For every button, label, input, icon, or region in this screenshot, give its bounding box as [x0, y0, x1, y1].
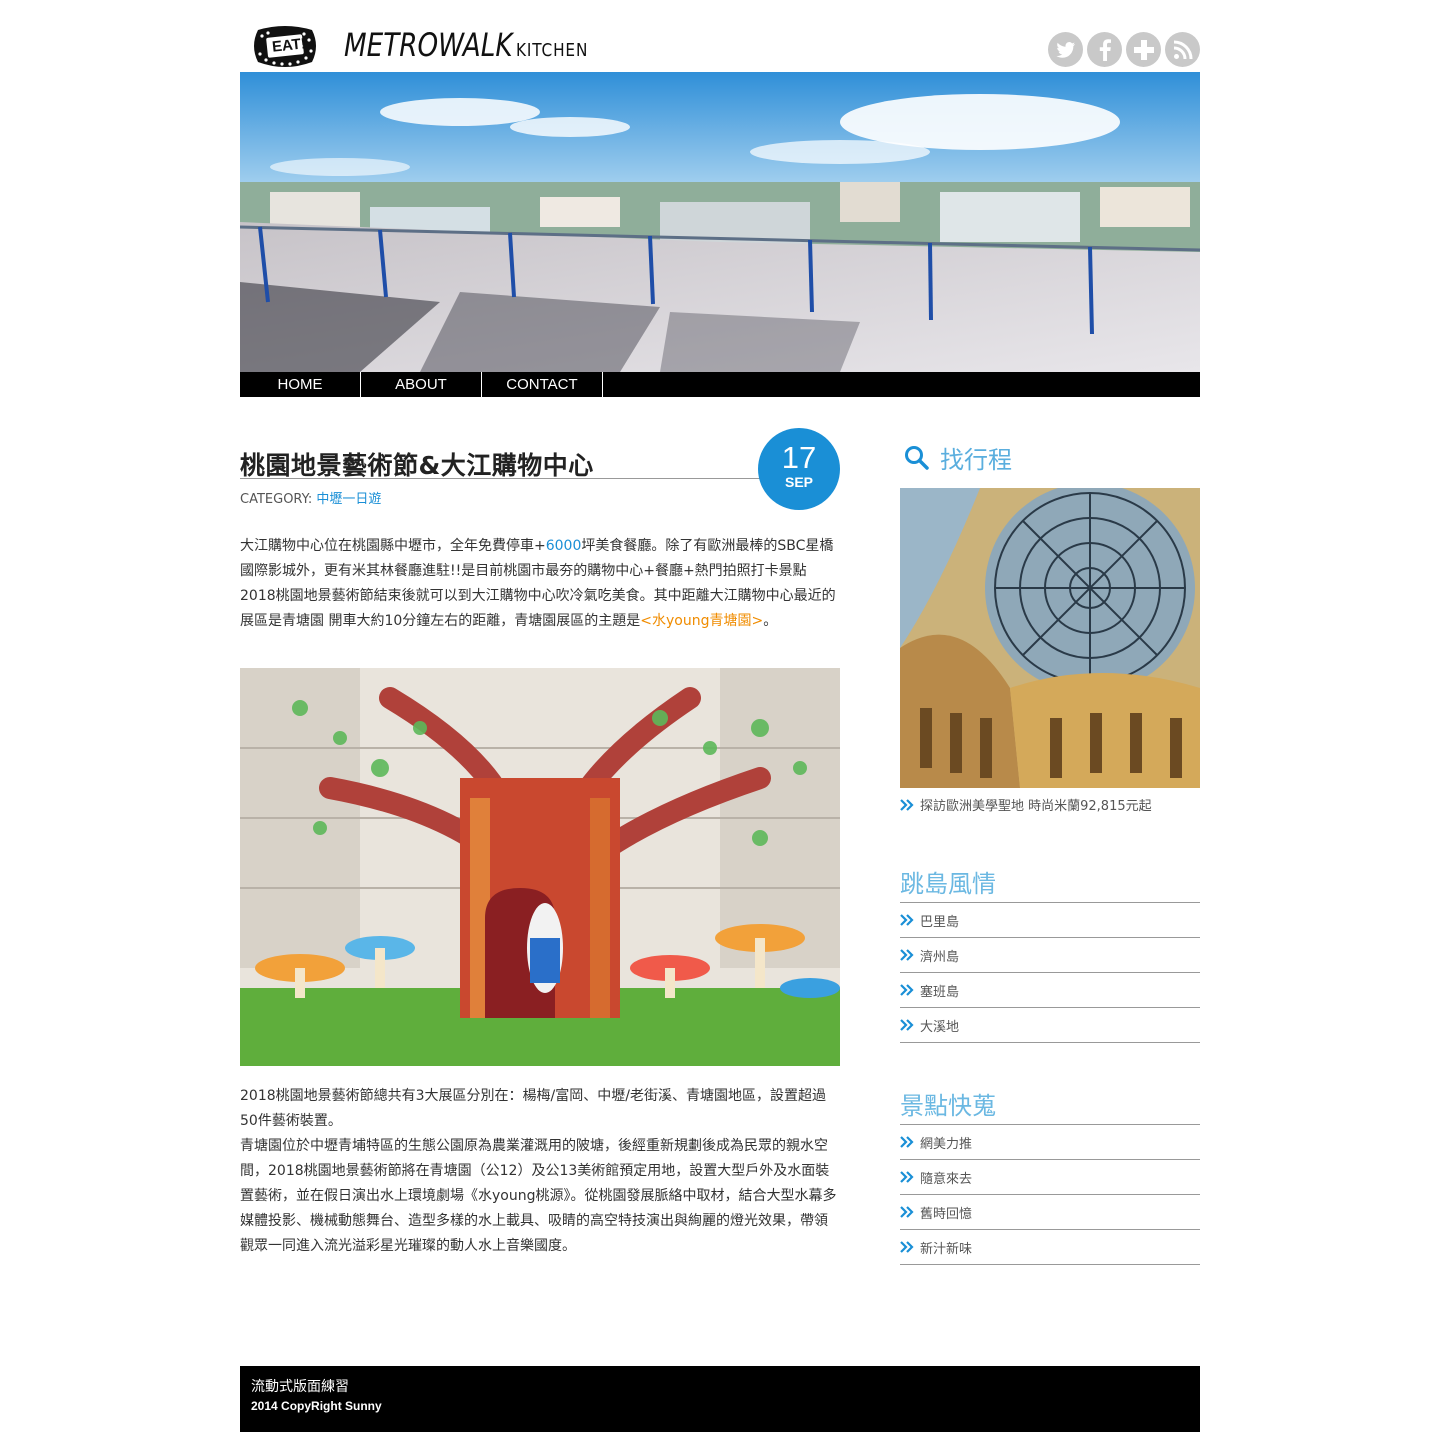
eat-logo[interactable]: EAT! — [252, 24, 318, 70]
list-item[interactable]: 網美力推 — [900, 1125, 1200, 1160]
list-item[interactable]: 新汁新味 — [900, 1230, 1200, 1265]
footer-title: 流動式版面練習 — [251, 1379, 349, 1395]
nav-item-contact[interactable]: CONTACT — [482, 372, 603, 397]
widget-list: 網美力推 隨意來去 舊時回憶 新汁新味 — [900, 1125, 1200, 1265]
list-item-label: 舊時回憶 — [920, 1206, 973, 1222]
eat-logo-text: EAT! — [271, 35, 307, 56]
search-icon — [905, 445, 929, 470]
double-chevron-right-icon — [900, 1206, 914, 1218]
promo-image-milan-galleria[interactable] — [900, 488, 1200, 788]
widget-island-hopping: 跳島風情 巴里島 濟州島 塞班島 大溪地 — [900, 868, 1200, 1043]
double-chevron-right-icon — [900, 949, 914, 961]
hero-banner-image — [240, 72, 1200, 372]
list-item[interactable]: 濟州島 — [900, 938, 1200, 973]
brand-sub-text: KITCHEN — [516, 40, 589, 61]
main-nav: HOME ABOUT CONTACT — [240, 372, 1200, 397]
category-label: CATEGORY: — [240, 492, 313, 507]
para1-end: 。 — [763, 613, 778, 629]
list-item-label: 濟州島 — [920, 949, 960, 965]
double-chevron-right-icon — [900, 1019, 914, 1031]
para1-number: 6000 — [545, 538, 582, 554]
list-item-label: 隨意來去 — [920, 1171, 973, 1187]
list-item[interactable]: 隨意來去 — [900, 1160, 1200, 1195]
double-chevron-right-icon — [900, 914, 914, 926]
rss-icon[interactable] — [1165, 32, 1200, 67]
site-header: EAT! METROWALK KITCHEN — [240, 22, 1200, 72]
post-category: CATEGORY: 中壢一日遊 — [240, 488, 381, 507]
list-item-label: 巴里島 — [920, 914, 960, 930]
promo-caption-text: 探訪歐洲美學聖地 時尚米蘭92,815元起 — [920, 799, 1152, 814]
widget-list: 巴里島 濟州島 塞班島 大溪地 — [900, 903, 1200, 1043]
double-chevron-right-icon — [900, 984, 914, 996]
para2-text-a: 2018桃園地景藝術節總共有3大展區分別在：楊梅/富岡、中壢/老街溪、青塘園地區… — [240, 1088, 826, 1129]
list-item[interactable]: 塞班島 — [900, 973, 1200, 1008]
widget-title: 景點快蒐 — [900, 1090, 1200, 1125]
list-item-label: 新汁新味 — [920, 1241, 973, 1257]
social-links — [1048, 32, 1200, 67]
double-chevron-right-icon — [900, 1241, 914, 1253]
list-item-label: 大溪地 — [920, 1019, 960, 1035]
nav-item-about[interactable]: ABOUT — [361, 372, 482, 397]
para1-text-a: 大江購物中心位在桃園縣中壢市，全年免費停車+ — [240, 538, 546, 554]
widget-attractions: 景點快蒐 網美力推 隨意來去 舊時回憶 新汁新味 — [900, 1090, 1200, 1265]
widget-title: 跳島風情 — [900, 868, 1200, 903]
category-link[interactable]: 中壢一日遊 — [316, 492, 381, 507]
list-item[interactable]: 大溪地 — [900, 1008, 1200, 1043]
twitter-icon[interactable] — [1048, 32, 1083, 67]
list-item-label: 塞班島 — [920, 984, 960, 1000]
post-paragraph-1: 大江購物中心位在桃園縣中壢市，全年免費停車+6000坪美食餐廳。除了有歐洲最棒的… — [240, 534, 840, 634]
footer-copyright: 2014 CopyRight Sunny — [251, 1399, 382, 1413]
search-trip-link[interactable]: 找行程 — [904, 440, 1012, 475]
site-footer: 流動式版面練習 2014 CopyRight Sunny — [240, 1366, 1200, 1432]
date-badge: 17 SEP — [758, 428, 840, 510]
double-chevron-right-icon — [900, 1171, 914, 1183]
double-chevron-right-icon — [900, 1136, 914, 1148]
list-item[interactable]: 巴里島 — [900, 903, 1200, 938]
search-label: 找行程 — [940, 446, 1012, 474]
promo-caption[interactable]: 探訪歐洲美學聖地 時尚米蘭92,815元起 — [900, 795, 1152, 814]
list-item[interactable]: 舊時回憶 — [900, 1195, 1200, 1230]
date-day: 17 — [781, 440, 817, 475]
double-chevron-right-icon — [900, 798, 914, 811]
post-image-tree-installation — [240, 668, 840, 1066]
brand-wordmark[interactable]: METROWALK KITCHEN — [344, 26, 587, 70]
nav-item-home[interactable]: HOME — [240, 372, 361, 397]
post-paragraph-2: 2018桃園地景藝術節總共有3大展區分別在：楊梅/富岡、中壢/老街溪、青塘園地區… — [240, 1084, 840, 1259]
date-month: SEP — [784, 474, 813, 490]
para2-text-b: 青塘園位於中壢青埔特區的生態公園原為農業灌溉用的陂塘，後經重新規劃後成為民眾的親… — [240, 1138, 837, 1254]
para1-theme-link[interactable]: <水young青塘園> — [640, 613, 763, 629]
page: EAT! METROWALK KITCHEN HOME ABOUT CONTAC… — [240, 0, 1200, 1456]
title-divider — [240, 478, 770, 479]
facebook-icon[interactable] — [1087, 32, 1122, 67]
post-title[interactable]: 桃園地景藝術節&大江購物中心 — [240, 446, 594, 482]
google-plus-icon[interactable] — [1126, 32, 1161, 67]
brand-main-text: METROWALK — [344, 26, 513, 64]
list-item-label: 網美力推 — [920, 1136, 973, 1152]
